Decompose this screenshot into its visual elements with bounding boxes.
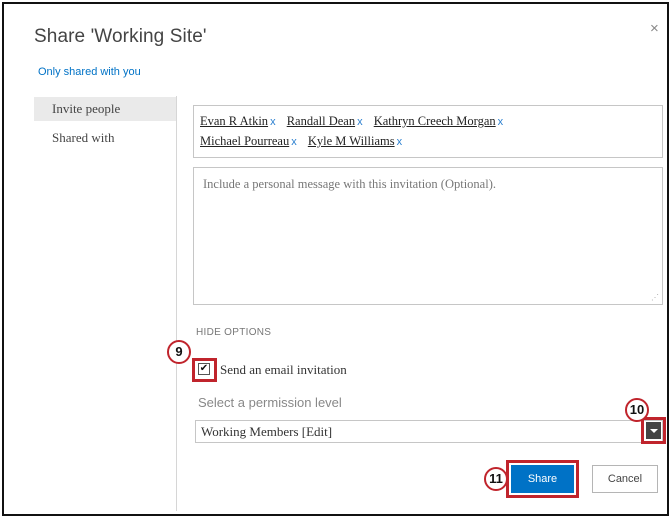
people-picker-field[interactable]: Evan R Atkin x Randall Dean x Kathryn Cree… (193, 105, 663, 158)
person-token[interactable]: Michael Pourreau (200, 134, 289, 148)
cancel-button[interactable]: Cancel (592, 465, 658, 493)
sidebar-divider (176, 96, 177, 511)
person-token[interactable]: Randall Dean (287, 114, 355, 128)
resize-grip-icon[interactable]: ⋰ (651, 293, 659, 302)
message-placeholder: Include a personal message with this inv… (203, 177, 496, 191)
remove-person-icon[interactable]: x (270, 116, 276, 128)
remove-person-icon[interactable]: x (291, 136, 297, 148)
person-token[interactable]: Evan R Atkin (200, 114, 268, 128)
hide-options-toggle[interactable]: HIDE OPTIONS (196, 327, 271, 338)
send-email-label: Send an email invitation (220, 362, 347, 377)
dialog-title: Share 'Working Site' (34, 26, 207, 47)
chevron-down-icon[interactable] (646, 422, 661, 439)
person-token[interactable]: Kathryn Creech Morgan (374, 114, 496, 128)
share-button[interactable]: Share (511, 465, 574, 493)
send-email-checkbox[interactable]: ✔ (198, 363, 210, 375)
personal-message-textarea[interactable]: Include a personal message with this inv… (193, 167, 663, 305)
step-callout-11: 11 (484, 467, 508, 491)
sidebar-item-invite-people[interactable]: Invite people (34, 97, 176, 121)
remove-person-icon[interactable]: x (397, 136, 403, 148)
step-callout-9: 9 (167, 340, 191, 364)
sidebar-item-shared-with[interactable]: Shared with (34, 126, 176, 150)
shared-status-link[interactable]: Only shared with you (38, 66, 141, 78)
remove-person-icon[interactable]: x (498, 116, 504, 128)
permission-label: Select a permission level (198, 395, 342, 410)
person-token[interactable]: Kyle M Williams (308, 134, 395, 148)
permission-select[interactable]: Working Members [Edit] (195, 420, 663, 443)
remove-person-icon[interactable]: x (357, 116, 363, 128)
close-icon[interactable]: × (650, 20, 659, 37)
step-callout-10: 10 (625, 398, 649, 422)
